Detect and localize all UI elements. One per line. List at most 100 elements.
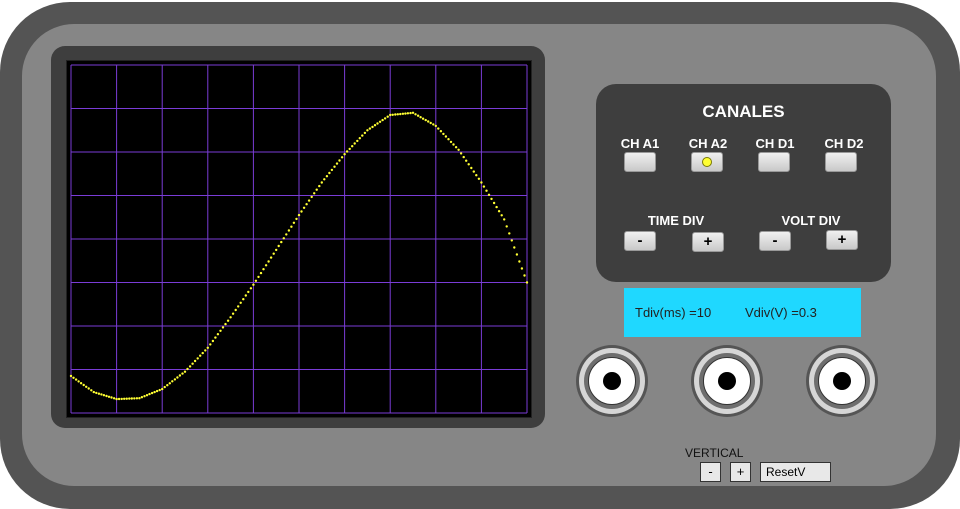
trace-point <box>292 221 296 224</box>
volt-div-minus-button[interactable]: - <box>759 231 791 251</box>
trace-point <box>161 387 164 391</box>
trace-point <box>485 189 488 192</box>
vertical-plus-button[interactable]: + <box>730 462 751 482</box>
trace-point <box>302 206 306 209</box>
trace-point <box>338 159 341 162</box>
channel-label-a2: CH A2 <box>688 136 728 151</box>
trace-point <box>249 287 253 290</box>
trace-point <box>459 152 463 155</box>
trace-point <box>295 217 298 221</box>
trace-point <box>92 390 95 394</box>
trace-point <box>173 378 177 381</box>
trace-point <box>176 376 179 379</box>
trace-point <box>472 170 475 173</box>
trace-point <box>259 271 263 275</box>
trace-point <box>264 264 268 267</box>
channel-button-a1[interactable] <box>624 152 656 172</box>
trace-point <box>371 125 374 129</box>
trace-point <box>444 135 448 138</box>
trace-point <box>158 388 161 392</box>
trace-point <box>325 175 329 178</box>
trace-point <box>345 150 349 153</box>
trace-point <box>221 326 225 329</box>
trace-point <box>383 117 387 120</box>
trace-point <box>135 397 139 400</box>
reset-vertical-button[interactable]: ResetV <box>760 462 831 482</box>
trace-point <box>515 253 519 256</box>
trace-point <box>363 131 367 135</box>
trace-point <box>237 305 240 308</box>
trace-point <box>244 294 247 297</box>
trace-point <box>482 185 486 188</box>
trace-point <box>231 312 235 315</box>
trace-point <box>150 391 154 395</box>
channel-button-d1[interactable] <box>758 152 790 172</box>
trace-point <box>85 385 88 388</box>
trace-point <box>518 260 521 263</box>
time-div-minus-button[interactable]: - <box>624 231 656 251</box>
trace-point <box>285 233 288 236</box>
trace-point <box>477 177 481 180</box>
volt-div-plus-button[interactable]: + <box>826 230 858 250</box>
trace-point <box>107 395 111 398</box>
trace-point <box>199 354 202 357</box>
channel-panel: CANALES CH A1 CH A2 CH D1 CH D2 TIME DIV… <box>596 84 891 282</box>
trace-point <box>353 142 356 145</box>
trace-point <box>508 232 511 235</box>
trace-point <box>140 396 144 399</box>
trace-point <box>211 339 215 343</box>
trace-point <box>247 290 250 294</box>
trace-point <box>421 117 425 120</box>
trace-point <box>206 346 209 349</box>
trace-point <box>254 279 258 282</box>
trace-point <box>201 351 204 355</box>
trace-point <box>219 329 222 332</box>
trace-point <box>191 362 194 365</box>
trace-point <box>277 244 280 248</box>
trace-point <box>267 260 270 263</box>
trace-point <box>242 298 245 301</box>
trace-point <box>209 343 212 346</box>
trace-point <box>216 333 220 336</box>
trace-point <box>429 121 432 125</box>
trace-point <box>69 374 73 378</box>
trace-point <box>310 195 313 199</box>
trace-point <box>523 274 526 277</box>
trace-point <box>214 336 217 339</box>
channel-label-a1: CH A1 <box>620 136 660 151</box>
trace-point <box>333 165 336 168</box>
trace-point <box>335 162 339 165</box>
trace-point <box>462 155 465 159</box>
trace-point <box>272 252 275 255</box>
trace-point <box>373 124 377 127</box>
trace-point <box>480 181 483 184</box>
channel-button-d2[interactable] <box>825 152 857 172</box>
trace-point <box>74 378 78 381</box>
trace-point <box>204 349 207 352</box>
trace-point <box>226 319 230 322</box>
trace-point <box>282 237 285 240</box>
trace-point <box>492 201 496 205</box>
trace-point <box>280 240 283 244</box>
trace-point <box>510 239 513 242</box>
trace-point <box>290 225 293 228</box>
time-div-readout: Tdiv(ms) =10 <box>635 305 712 320</box>
trace-point <box>503 218 506 221</box>
trace-point <box>520 267 524 270</box>
trace-point <box>447 138 450 141</box>
channel-button-a2[interactable] <box>691 152 723 172</box>
trace-point <box>318 184 321 188</box>
time-div-plus-button[interactable]: + <box>692 232 724 252</box>
vertical-minus-button[interactable]: - <box>700 462 721 482</box>
trace-point <box>404 112 407 115</box>
trace-point <box>117 397 121 401</box>
trace-point <box>406 112 410 115</box>
trace-point <box>168 382 171 385</box>
trace-point <box>394 113 397 116</box>
trace-point <box>128 397 131 400</box>
trace-point <box>320 181 323 184</box>
trace-point <box>163 385 166 389</box>
trace-point <box>409 111 412 115</box>
trace-point <box>95 391 98 395</box>
channel-label-d2: CH D2 <box>824 136 864 151</box>
